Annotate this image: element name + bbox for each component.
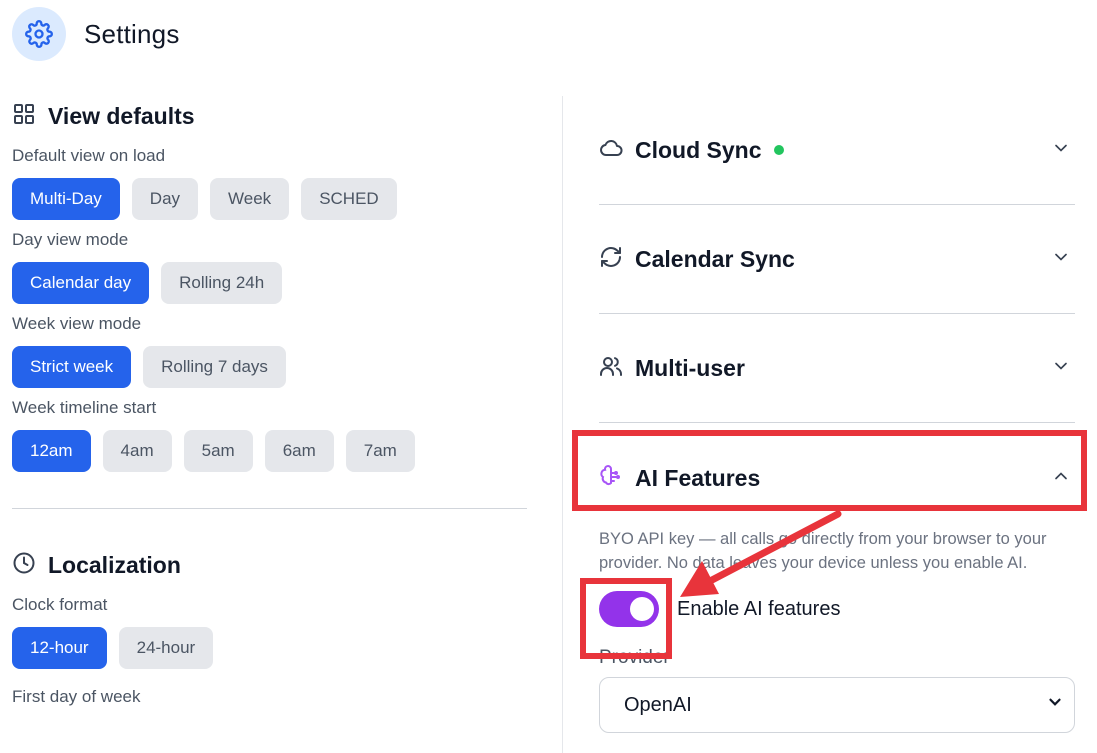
annotation-arrow (680, 510, 842, 597)
